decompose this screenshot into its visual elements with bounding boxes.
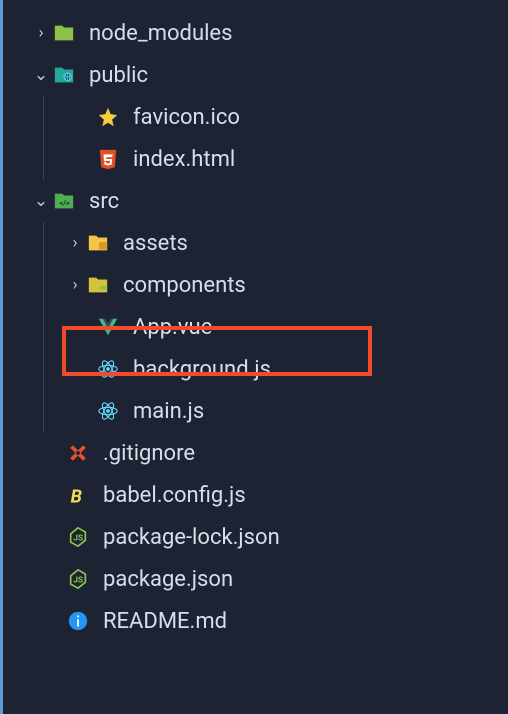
item-label: .gitignore (103, 441, 195, 466)
folder-assets[interactable]: › assets (3, 222, 508, 264)
nodejs-icon (65, 526, 91, 548)
indent-guide (43, 222, 44, 264)
file-favicon[interactable]: favicon.ico (3, 96, 508, 138)
item-label: App.vue (133, 315, 212, 340)
indent-guide (43, 96, 44, 138)
chevron-right-icon: › (65, 233, 85, 253)
item-label: favicon.ico (133, 105, 240, 130)
react-icon (95, 358, 121, 380)
folder-src-icon (51, 190, 77, 212)
folder-node-modules[interactable]: › node_modules (3, 12, 508, 54)
file-tree: › node_modules ⌄ public favicon.ico inde… (3, 0, 508, 642)
folder-components[interactable]: › components (3, 264, 508, 306)
file-gitignore[interactable]: .gitignore (3, 432, 508, 474)
folder-src[interactable]: ⌄ src (3, 180, 508, 222)
chevron-down-icon: ⌄ (31, 191, 51, 211)
nodejs-icon (65, 568, 91, 590)
file-package-lock[interactable]: package-lock.json (3, 516, 508, 558)
star-icon (95, 106, 121, 128)
item-label: src (89, 189, 119, 214)
item-label: babel.config.js (103, 483, 246, 508)
folder-icon (51, 22, 77, 44)
indent-guide (43, 390, 44, 432)
item-label: background.js (133, 357, 271, 382)
folder-public[interactable]: ⌄ public (3, 54, 508, 96)
file-babel-config[interactable]: babel.config.js (3, 474, 508, 516)
indent-guide (43, 306, 44, 348)
html5-icon (95, 148, 121, 170)
item-label: public (89, 63, 148, 88)
item-label: node_modules (89, 21, 232, 46)
file-index-html[interactable]: index.html (3, 138, 508, 180)
file-main-js[interactable]: main.js (3, 390, 508, 432)
item-label: index.html (133, 147, 235, 172)
babel-icon (65, 484, 91, 506)
folder-components-icon (85, 274, 111, 296)
item-label: components (123, 273, 246, 298)
indent-guide (43, 348, 44, 390)
item-label: README.md (103, 609, 227, 634)
folder-public-icon (51, 64, 77, 86)
item-label: package.json (103, 567, 233, 592)
indent-guide (43, 138, 44, 180)
item-label: package-lock.json (103, 525, 280, 550)
item-label: main.js (133, 399, 204, 424)
folder-assets-icon (85, 232, 111, 254)
item-label: assets (123, 231, 188, 256)
indent-guide (43, 264, 44, 306)
chevron-right-icon: › (31, 23, 51, 43)
git-icon (65, 442, 91, 464)
info-icon (65, 610, 91, 632)
react-icon (95, 400, 121, 422)
chevron-down-icon: ⌄ (31, 65, 51, 85)
chevron-right-icon: › (65, 275, 85, 295)
file-package-json[interactable]: package.json (3, 558, 508, 600)
vue-icon (95, 316, 121, 338)
file-readme[interactable]: README.md (3, 600, 508, 642)
file-background-js[interactable]: background.js (3, 348, 508, 390)
file-app-vue[interactable]: App.vue (3, 306, 508, 348)
